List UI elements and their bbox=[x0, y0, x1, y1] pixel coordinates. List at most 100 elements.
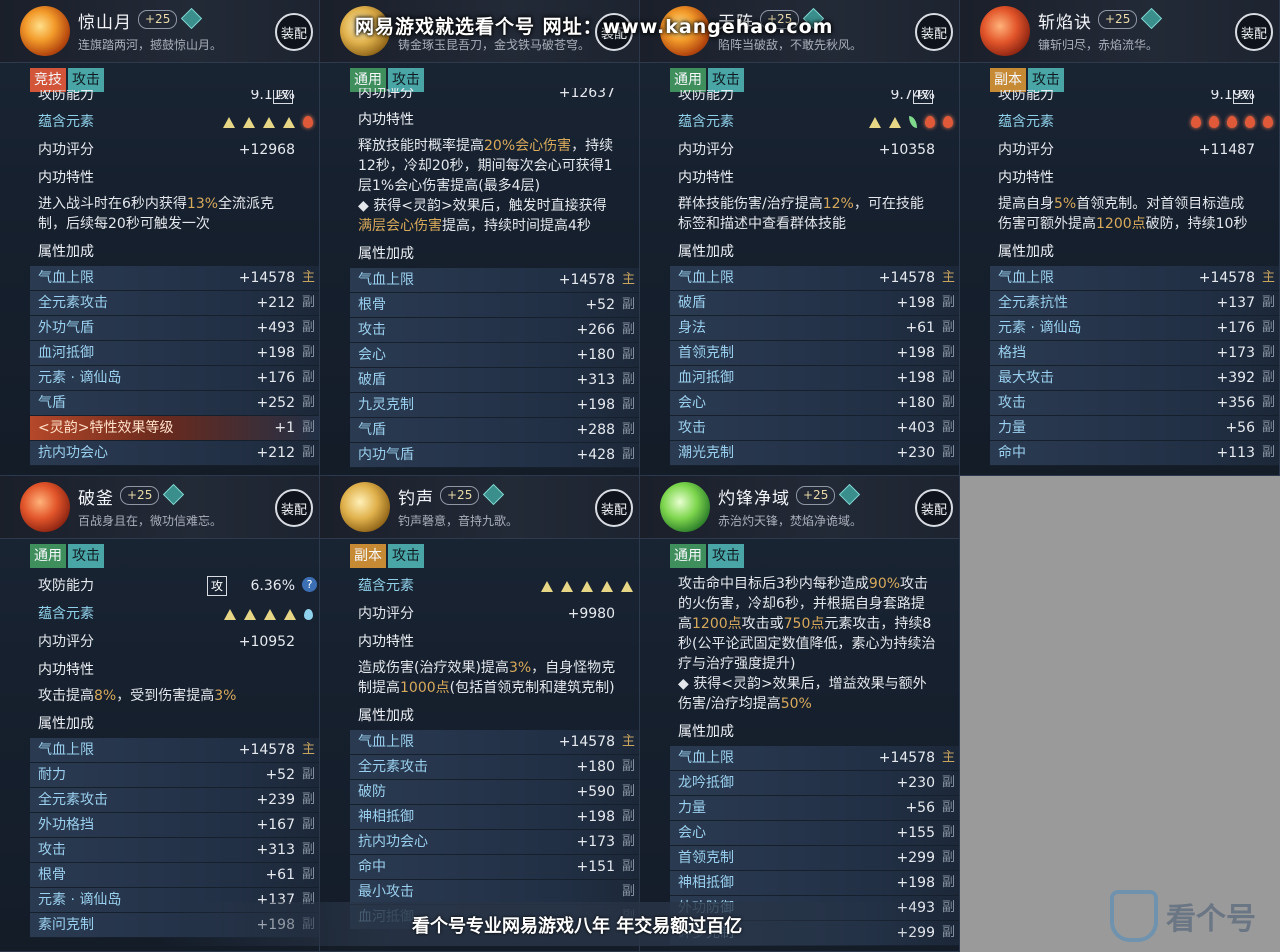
trait-description: 释放技能时概率提高20%会心伤害，持续12秒，冷却20秒，期间每次会心可获得1层… bbox=[350, 134, 639, 240]
stat-label: 身法 bbox=[678, 320, 706, 336]
trait-text: 13% bbox=[186, 196, 219, 212]
stat-mark: 主 bbox=[941, 270, 955, 285]
score-row-label: 内功评分 bbox=[998, 142, 1054, 158]
stat-value: +428 bbox=[576, 447, 615, 463]
stat-row: 气盾 +288 副 bbox=[350, 418, 639, 443]
stat-label: 内功气盾 bbox=[358, 447, 414, 463]
trait-description: 造成伤害(治疗效果)提高3%，自身怪物克制提高1000点(包括首领克制和建筑克制… bbox=[350, 656, 639, 702]
trait-text: 8% bbox=[94, 688, 117, 704]
card-header: 惊山月 +25 连旗踏两河，撼鼓惊山月。 装配 bbox=[0, 0, 319, 63]
tag-0: 通用 bbox=[30, 544, 66, 568]
stat-label: 气血上限 bbox=[998, 270, 1054, 286]
gongfang-label: 攻防能力 bbox=[38, 578, 94, 594]
score-row: 内功评分 +10952 bbox=[30, 628, 319, 656]
stat-label: 气血上限 bbox=[38, 270, 94, 286]
tag-0: 通用 bbox=[670, 68, 706, 92]
stat-value: +14578 bbox=[558, 734, 615, 750]
stat-mark: 副 bbox=[941, 875, 955, 890]
stat-label: 耐力 bbox=[38, 767, 66, 783]
gem-icon bbox=[180, 7, 203, 30]
stat-value: +590 bbox=[576, 784, 615, 800]
attr-heading: 属性加成 bbox=[358, 708, 414, 724]
stat-mark: 副 bbox=[301, 320, 315, 335]
trait-heading: 内功特性 bbox=[998, 170, 1054, 186]
score-row: 内功评分 +12968 bbox=[30, 136, 319, 164]
stat-label: 攻击 bbox=[358, 322, 386, 338]
watermark-bottom: 看个号专业网易游戏八年 年交易额过百亿 bbox=[160, 902, 930, 946]
element-row: 蕴含元素 bbox=[670, 108, 959, 136]
skill-desc: 钓声磬意，音持九歌。 bbox=[398, 514, 519, 528]
skill-name: 破釜 bbox=[78, 489, 114, 509]
stat-row: 内功气盾 +428 副 bbox=[350, 443, 639, 468]
element-tri-icon bbox=[284, 608, 296, 620]
tag-0: 竞技 bbox=[30, 68, 66, 92]
stat-mark: 副 bbox=[621, 322, 635, 337]
stat-label: 根骨 bbox=[358, 297, 386, 313]
stat-mark: 副 bbox=[301, 370, 315, 385]
stat-label: 元素 · 谪仙岛 bbox=[38, 370, 122, 386]
attr-heading: 属性加成 bbox=[678, 244, 734, 260]
tag-0: 副本 bbox=[990, 68, 1026, 92]
score-row: 内功评分 +10358 bbox=[670, 136, 959, 164]
stat-mark: 副 bbox=[1261, 395, 1275, 410]
partial-value: 9.19% bbox=[1210, 90, 1255, 103]
equip-button[interactable]: 装配 bbox=[275, 489, 313, 527]
element-icons bbox=[224, 600, 313, 628]
stat-label: 攻击 bbox=[678, 420, 706, 436]
gem-icon bbox=[162, 483, 185, 506]
skill-card-zhuofeng: 灼锋净域 +25 赤治灼天锋，焚焰净诡域。 装配 通用 攻击 攻击命中目标后3秒内每秒造成9… bbox=[640, 476, 960, 952]
attr-heading: 属性加成 bbox=[998, 244, 1054, 260]
watermark-top: 网易游戏就选看个号 网址：www.kangehao.com bbox=[355, 16, 834, 38]
stat-value: +14578 bbox=[238, 270, 295, 286]
trait-text: 满层会心伤害 bbox=[358, 218, 442, 234]
stat-value: +198 bbox=[896, 345, 935, 361]
stat-row: 身法 +61 副 bbox=[670, 316, 959, 341]
stat-row: 耐力 +52 副 bbox=[30, 763, 319, 788]
element-tri-icon bbox=[283, 116, 295, 128]
stat-value: +61 bbox=[265, 867, 295, 883]
stat-row: 气血上限 +14578 主 bbox=[30, 738, 319, 763]
element-flame-icon bbox=[925, 116, 935, 128]
stat-label: 全元素抗性 bbox=[998, 295, 1068, 311]
card-header: 钓声 +25 钓声磬意，音持九歌。 装配 bbox=[320, 476, 639, 539]
stat-mark: 副 bbox=[301, 420, 315, 435]
tag-list: 副本 攻击 bbox=[990, 68, 1064, 92]
trait-text: 20%会心伤害 bbox=[484, 138, 572, 154]
trait-text: ◆ 获得<灵韵>效果后，触发时直接获得 bbox=[358, 198, 607, 214]
equip-button[interactable]: 装配 bbox=[915, 13, 953, 51]
gem-icon bbox=[482, 483, 505, 506]
equip-button[interactable]: 装配 bbox=[1235, 13, 1273, 51]
help-icon[interactable]: ? bbox=[302, 577, 317, 592]
element-row: 蕴含元素 bbox=[350, 572, 639, 600]
equip-button[interactable]: 装配 bbox=[915, 489, 953, 527]
skill-name: 钓声 bbox=[398, 489, 434, 509]
stat-row: 血河抵御 +198 副 bbox=[30, 341, 319, 366]
trait-text: 提高自身 bbox=[998, 196, 1054, 212]
stat-row: 会心 +180 副 bbox=[670, 391, 959, 416]
stat-mark: 副 bbox=[621, 759, 635, 774]
stat-mark: 副 bbox=[941, 345, 955, 360]
trait-description: 进入战斗时在6秒内获得13%全流派克制，后续每20秒可触发一次 bbox=[30, 192, 319, 238]
stat-mark: 主 bbox=[301, 270, 315, 285]
stat-row: 力量 +56 副 bbox=[990, 416, 1279, 441]
stat-row: 气血上限 +14578 主 bbox=[30, 266, 319, 291]
element-tri-icon bbox=[263, 116, 275, 128]
stat-label: <灵韵>特性效果等级 bbox=[38, 420, 174, 436]
attr-heading: 属性加成 bbox=[678, 724, 734, 740]
skill-card-pofu: 破釜 +25 百战身且在，微功信难忘。 装配 通用 攻击 攻防能力攻 6.36%? 蕴含元素 内功… bbox=[0, 476, 320, 952]
equip-button[interactable]: 装配 bbox=[595, 489, 633, 527]
stat-row: 会心 +180 副 bbox=[350, 343, 639, 368]
stat-mark: 副 bbox=[621, 447, 635, 462]
stat-value: +113 bbox=[1216, 445, 1255, 461]
trait-text: 攻击提高 bbox=[38, 688, 94, 704]
stat-label: 气盾 bbox=[38, 395, 66, 411]
stat-value: +176 bbox=[256, 370, 295, 386]
equip-button[interactable]: 装配 bbox=[275, 13, 313, 51]
stat-row: 气血上限 +14578 主 bbox=[350, 730, 639, 755]
card-content: 攻击命中目标后3秒内每秒造成90%攻击的火伤害，冷却6秒，并根据自身套路提高12… bbox=[670, 572, 959, 946]
stat-mark: 副 bbox=[1261, 370, 1275, 385]
stat-mark: 副 bbox=[301, 345, 315, 360]
stat-value: +198 bbox=[256, 345, 295, 361]
stat-value: +180 bbox=[576, 759, 615, 775]
stat-label: 素问克制 bbox=[38, 917, 94, 933]
